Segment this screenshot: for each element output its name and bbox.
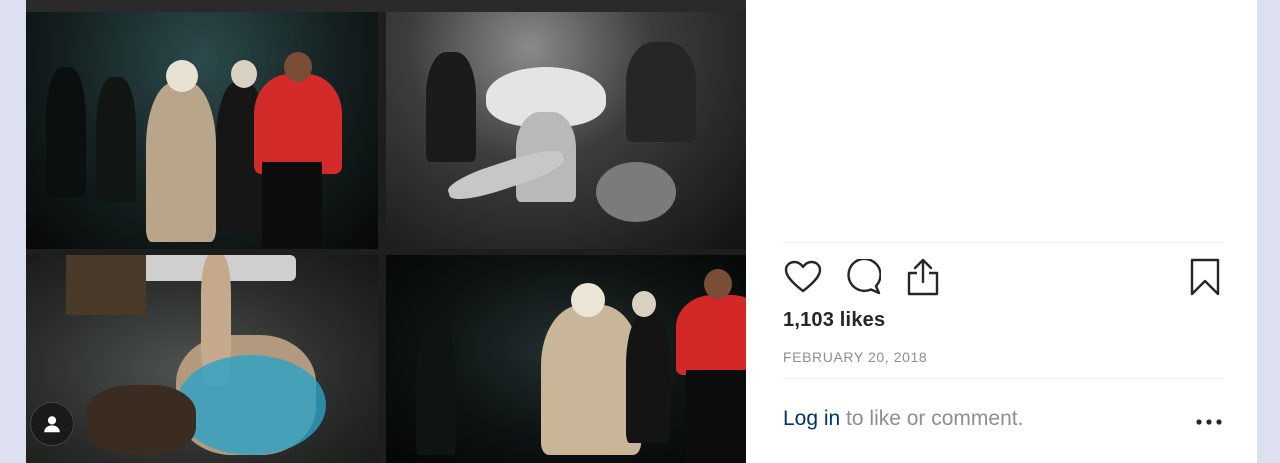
figure — [416, 325, 456, 455]
login-prompt-text: to like or comment. — [840, 407, 1024, 430]
action-bar — [783, 255, 1223, 299]
figure — [66, 255, 146, 315]
photo-cell-bottom-right — [386, 255, 746, 463]
bookmark-icon — [1190, 258, 1220, 296]
login-link[interactable]: Log in — [783, 407, 840, 430]
profile-avatar[interactable] — [30, 402, 74, 446]
post-card: 1,103 likes FEBRUARY 20, 2018 Log in to … — [26, 0, 1257, 463]
photo-cell-top-left — [26, 12, 378, 249]
figure-object — [596, 162, 676, 222]
heart-icon — [784, 260, 822, 293]
figure — [426, 52, 476, 162]
post-photo[interactable] — [26, 0, 746, 463]
share-button[interactable] — [903, 255, 943, 299]
figure-head — [632, 291, 656, 317]
figure — [46, 67, 86, 197]
login-prompt: Log in to like or comment. — [783, 407, 1023, 431]
figure-head — [284, 52, 312, 82]
figure — [626, 42, 696, 142]
photo-cell-top-right — [386, 12, 746, 249]
photo-top-strip — [26, 0, 746, 12]
comment-icon — [847, 259, 881, 295]
figure — [96, 77, 136, 202]
more-options-icon — [1196, 419, 1222, 425]
divider — [783, 242, 1223, 243]
figure-legs — [686, 370, 746, 463]
figure-legs — [262, 162, 322, 249]
figure-red-jacket — [254, 74, 342, 174]
share-icon — [907, 258, 939, 296]
likes-count[interactable]: 1,103 likes — [783, 309, 885, 332]
figure-head — [704, 269, 732, 299]
figure-coat — [86, 385, 196, 455]
photo-cell-bottom-left — [26, 255, 378, 463]
figure-red-jacket — [676, 295, 746, 375]
post-date: FEBRUARY 20, 2018 — [783, 349, 928, 365]
figure-blue-fabric — [176, 355, 326, 455]
comment-button[interactable] — [843, 255, 883, 299]
user-icon — [44, 416, 60, 433]
like-button[interactable] — [783, 255, 823, 299]
figure-head — [571, 283, 605, 317]
figure — [626, 313, 670, 443]
save-button[interactable] — [1185, 255, 1225, 299]
figure-head — [231, 60, 257, 88]
figure — [146, 82, 216, 242]
divider — [783, 378, 1223, 379]
more-options-button[interactable] — [1194, 410, 1224, 434]
figure-head — [166, 60, 198, 92]
post-details-panel: 1,103 likes FEBRUARY 20, 2018 Log in to … — [746, 0, 1257, 463]
